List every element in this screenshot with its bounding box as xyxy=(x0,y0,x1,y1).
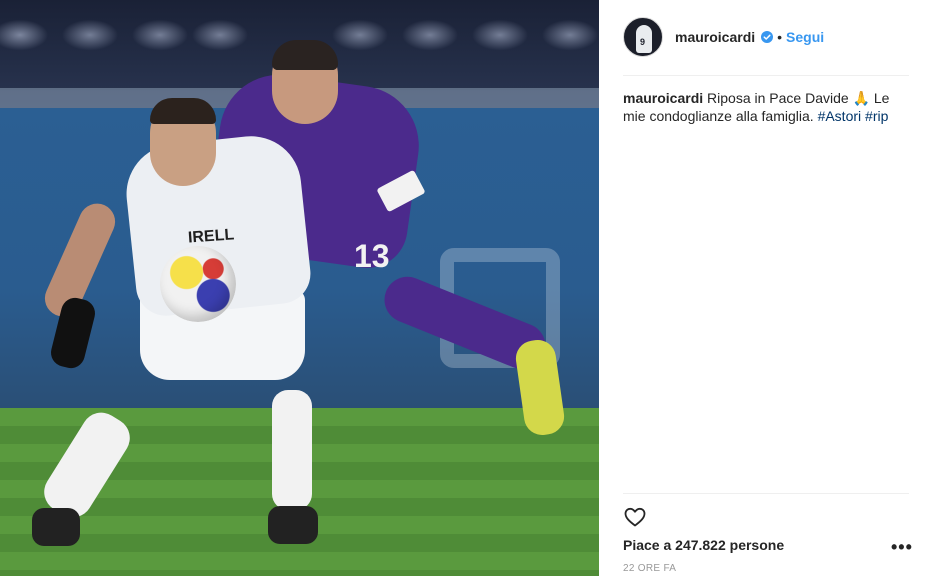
divider xyxy=(623,75,909,76)
header-separator: • xyxy=(777,29,783,45)
football xyxy=(160,246,236,322)
follow-button[interactable]: Segui xyxy=(786,29,824,45)
post-timestamp[interactable]: 22 ORE FA xyxy=(623,563,676,574)
caption-text: Riposa in Pace Davide xyxy=(707,90,849,106)
post-side-panel: 9 mauroicardi • Segui mauroicardi Riposa… xyxy=(599,0,932,576)
purple-player-hair xyxy=(272,40,338,70)
post-header: 9 mauroicardi • Segui xyxy=(623,16,909,58)
shirt-sponsor: IRELL xyxy=(187,226,235,247)
post-photo[interactable]: 13 IRELL xyxy=(0,0,599,576)
caption-emoji: 🙏 xyxy=(852,90,870,106)
avatar[interactable]: 9 xyxy=(623,17,663,57)
avatar-number: 9 xyxy=(640,37,646,47)
white-player-right-shoe xyxy=(268,506,318,544)
likes-count[interactable]: Piace a 247.822 persone xyxy=(623,537,784,553)
caption-username-link[interactable]: mauroicardi xyxy=(623,90,703,106)
white-player-hair xyxy=(150,98,216,124)
shirt-number: 13 xyxy=(354,238,390,274)
heart-icon[interactable] xyxy=(623,505,647,529)
white-player-left-shoe xyxy=(32,508,80,546)
verified-badge-icon xyxy=(761,31,774,43)
hashtag-link[interactable]: #rip xyxy=(865,108,888,124)
more-options-icon[interactable]: ••• xyxy=(891,538,913,556)
divider xyxy=(623,493,909,494)
white-player-right-leg xyxy=(272,390,312,510)
hashtag-link[interactable]: #Astori xyxy=(818,108,862,124)
post-caption: mauroicardi Riposa in Pace Davide 🙏 Le m… xyxy=(623,89,913,125)
username-link[interactable]: mauroicardi xyxy=(675,29,755,45)
